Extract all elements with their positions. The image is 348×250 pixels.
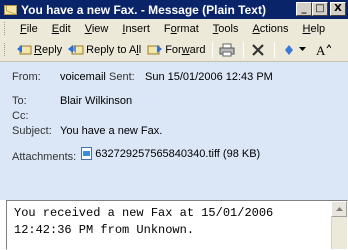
subject-label: Subject: bbox=[12, 125, 52, 137]
menu-bar: File Edit View Insert Format Tools Actio… bbox=[0, 19, 348, 38]
reply-all-icon bbox=[68, 43, 84, 57]
to-row: To: Blair Wilkinson bbox=[12, 95, 342, 107]
subject-value[interactable]: You have a new Fax. bbox=[60, 125, 162, 137]
attachments-label: Attachments: bbox=[12, 151, 77, 163]
dropdown-arrow-icon[interactable] bbox=[299, 43, 307, 57]
envelope-icon bbox=[4, 4, 17, 15]
vertical-scrollbar[interactable] bbox=[331, 201, 347, 249]
move-icon bbox=[281, 43, 297, 57]
toolbar-separator bbox=[242, 41, 244, 58]
cc-label: Cc: bbox=[12, 110, 29, 122]
move-button[interactable] bbox=[278, 40, 312, 60]
scroll-up-arrow-icon bbox=[335, 207, 343, 211]
delete-button[interactable] bbox=[247, 40, 271, 60]
forward-button[interactable]: Forward bbox=[144, 40, 208, 60]
forward-icon bbox=[147, 43, 163, 57]
sent-value: Sun 15/01/2006 12:43 PM bbox=[145, 71, 273, 83]
message-text[interactable]: You received a new Fax at 15/01/2006 12:… bbox=[14, 205, 273, 239]
menu-insert[interactable]: Insert bbox=[115, 23, 157, 35]
svg-text:A: A bbox=[316, 43, 326, 57]
print-button[interactable] bbox=[216, 40, 240, 60]
to-value[interactable]: Blair Wilkinson bbox=[60, 95, 132, 107]
close-button[interactable]: X bbox=[330, 2, 346, 16]
delete-icon bbox=[250, 43, 266, 57]
toolbar-separator bbox=[273, 41, 275, 58]
window-controls: _ □ X bbox=[296, 2, 346, 16]
scroll-up-button[interactable] bbox=[331, 201, 347, 217]
menu-grip[interactable] bbox=[4, 22, 7, 35]
image-file-icon bbox=[81, 147, 93, 160]
menu-file[interactable]: File bbox=[13, 23, 45, 35]
from-label: From: bbox=[12, 71, 41, 83]
menu-format[interactable]: Format bbox=[157, 23, 206, 35]
message-line-1: You received a new Fax at 15/01/2006 bbox=[14, 206, 274, 220]
printer-icon bbox=[219, 43, 235, 57]
to-label: To: bbox=[12, 95, 27, 107]
font-size-button[interactable]: A bbox=[312, 40, 336, 60]
message-line-2: 12:42:36 PM from Unknown. bbox=[14, 223, 195, 237]
menu-tools[interactable]: Tools bbox=[206, 23, 246, 35]
menu-edit[interactable]: Edit bbox=[45, 23, 78, 35]
message-body[interactable]: You received a new Fax at 15/01/2006 12:… bbox=[6, 200, 348, 250]
from-value[interactable]: voicemail bbox=[60, 71, 106, 83]
toolbar-separator bbox=[211, 41, 213, 58]
menu-view[interactable]: View bbox=[78, 23, 116, 35]
title-bar[interactable]: You have a new Fax. - Message (Plain Tex… bbox=[0, 0, 348, 19]
attachment-filename: 632729257565840340.tiff (98 KB) bbox=[95, 147, 261, 160]
sent-label: Sent: bbox=[109, 71, 135, 83]
font-size-icon: A bbox=[315, 43, 331, 57]
menu-actions[interactable]: Actions bbox=[245, 23, 295, 35]
cc-row: Cc: bbox=[12, 110, 342, 122]
minimize-button[interactable]: _ bbox=[296, 2, 312, 16]
reply-all-button[interactable]: Reply to All bbox=[65, 40, 144, 60]
window-title: You have a new Fax. - Message (Plain Tex… bbox=[21, 2, 266, 17]
attachments-row: Attachments: 632729257565840340.tiff (98… bbox=[12, 147, 342, 163]
toolbar-grip[interactable] bbox=[4, 43, 7, 56]
message-header: From: voicemail Sent: Sun 15/01/2006 12:… bbox=[0, 62, 348, 200]
menu-help[interactable]: Help bbox=[296, 23, 333, 35]
attachment-item[interactable]: 632729257565840340.tiff (98 KB) bbox=[79, 147, 260, 160]
subject-row: Subject: You have a new Fax. bbox=[12, 125, 342, 137]
reply-button[interactable]: Reply bbox=[13, 40, 65, 60]
standard-toolbar: Reply Reply to All Forward A bbox=[0, 38, 348, 62]
maximize-button[interactable]: □ bbox=[312, 2, 328, 16]
reply-icon bbox=[16, 43, 32, 57]
from-row: From: voicemail Sent: Sun 15/01/2006 12:… bbox=[12, 71, 342, 83]
